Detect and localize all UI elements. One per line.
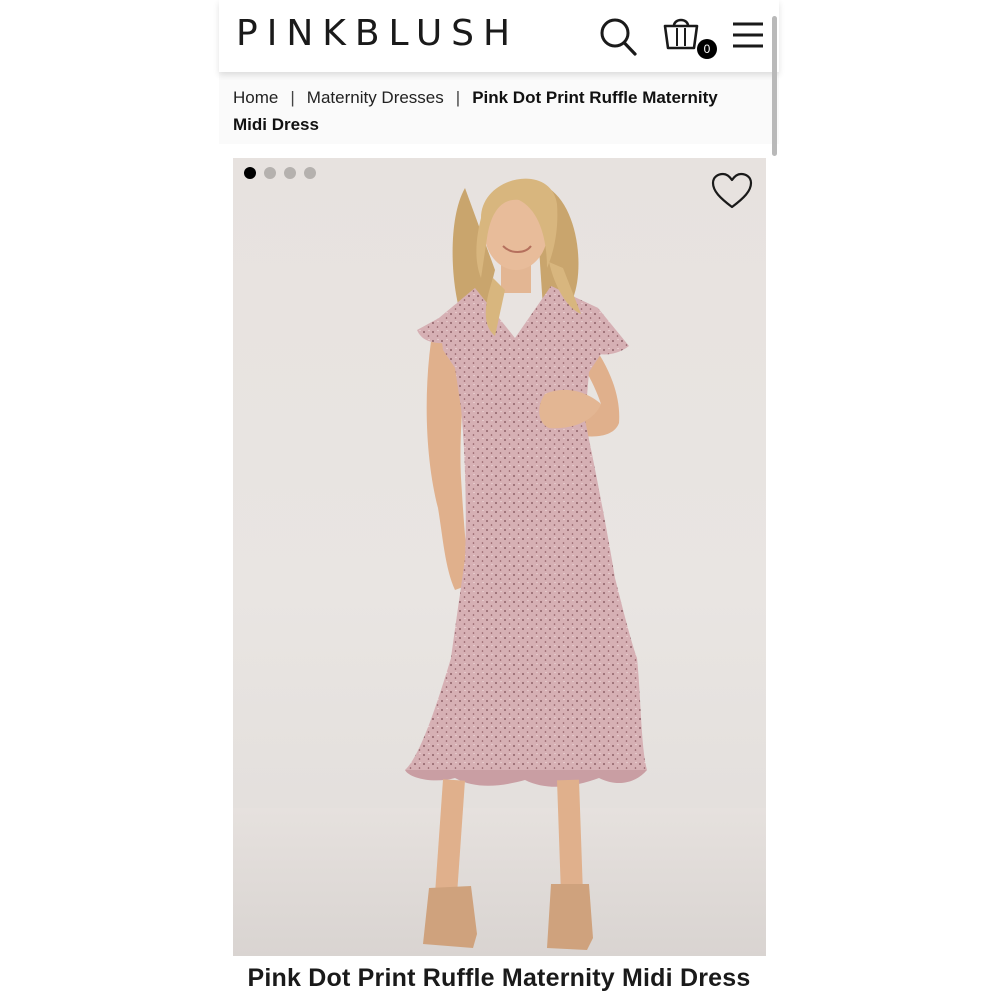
brand-logo[interactable]: PINKBLUSH bbox=[236, 14, 519, 54]
product-title: Pink Dot Print Ruffle Maternity Midi Dre… bbox=[247, 964, 751, 992]
mobile-page: PINKBLUSH 0 Home | Maternity Dresses | P… bbox=[219, 0, 779, 1000]
menu-button[interactable] bbox=[731, 18, 765, 58]
breadcrumb: Home | Maternity Dresses | Pink Dot Print Ru… bbox=[219, 72, 779, 144]
add-to-wishlist-button[interactable] bbox=[711, 172, 753, 210]
breadcrumb-home-link[interactable]: Home bbox=[233, 88, 278, 107]
gallery-dot-2[interactable] bbox=[264, 167, 276, 179]
search-icon bbox=[600, 18, 637, 56]
cart-button[interactable]: 0 bbox=[661, 14, 717, 62]
product-image-gallery[interactable] bbox=[233, 158, 766, 956]
gallery-dot-3[interactable] bbox=[284, 167, 296, 179]
gallery-dot-4[interactable] bbox=[304, 167, 316, 179]
heart-outline-icon bbox=[711, 172, 753, 209]
breadcrumb-current-page: Pink Dot Print Ruffle Maternity Midi Dre… bbox=[233, 88, 718, 134]
cart-count-badge: 0 bbox=[697, 39, 717, 59]
breadcrumb-maternity-dresses-link[interactable]: Maternity Dresses bbox=[307, 88, 444, 107]
site-header: PINKBLUSH 0 bbox=[219, 0, 779, 72]
page-scrollbar[interactable] bbox=[772, 16, 777, 156]
gallery-pagination bbox=[244, 167, 316, 179]
breadcrumb-separator: | bbox=[290, 88, 295, 107]
hamburger-menu-icon bbox=[733, 22, 763, 48]
gallery-dot-1[interactable] bbox=[244, 167, 256, 179]
breadcrumb-separator: | bbox=[455, 88, 461, 107]
search-button[interactable] bbox=[599, 14, 639, 58]
product-photo bbox=[233, 178, 766, 956]
